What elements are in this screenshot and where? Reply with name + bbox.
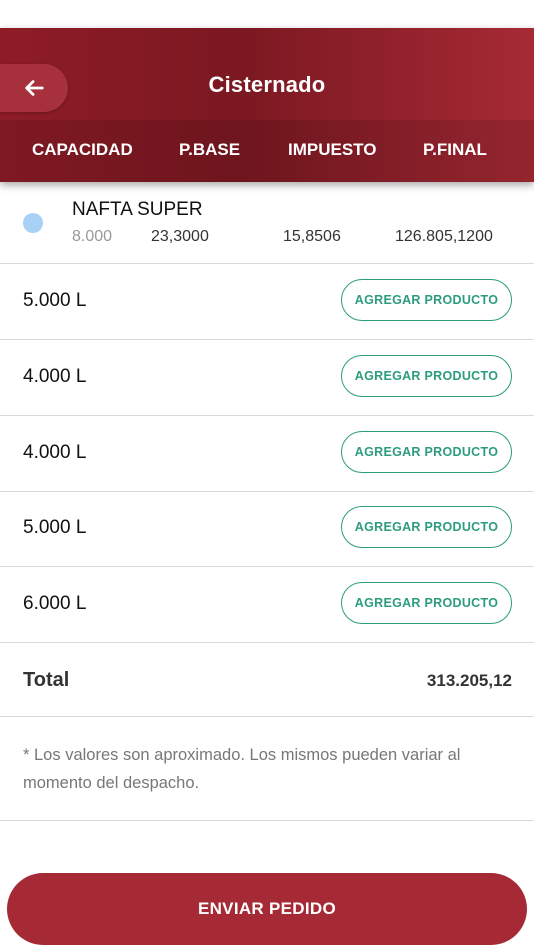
capacity-label: 6.000 L bbox=[23, 593, 87, 614]
add-product-button[interactable]: AGREGAR PRODUCTO bbox=[341, 431, 512, 473]
total-row: Total 313.205,12 bbox=[0, 643, 534, 717]
status-bar bbox=[0, 0, 534, 28]
add-product-button[interactable]: AGREGAR PRODUCTO bbox=[341, 506, 512, 548]
capacity-label: 4.000 L bbox=[23, 442, 87, 463]
total-label: Total bbox=[23, 669, 70, 691]
product-base-price: 23,3000 bbox=[151, 228, 209, 245]
capacity-row: 6.000 L AGREGAR PRODUCTO bbox=[0, 567, 534, 643]
total-value: 313.205,12 bbox=[426, 671, 512, 690]
disclaimer-text: * Los valores son aproximado. Los mismos… bbox=[23, 746, 461, 792]
product-capacity: 8.000 bbox=[72, 228, 113, 245]
product-color-dot bbox=[23, 213, 43, 233]
capacity-row: 4.000 L AGREGAR PRODUCTO bbox=[0, 416, 534, 492]
product-final-price: 126.805,1200 bbox=[395, 228, 493, 245]
disclaimer-section: * Los valores son aproximado. Los mismos… bbox=[0, 717, 534, 821]
add-product-button[interactable]: AGREGAR PRODUCTO bbox=[341, 355, 512, 397]
page-title: Cisternado bbox=[208, 72, 326, 97]
capacity-row: 5.000 L AGREGAR PRODUCTO bbox=[0, 264, 534, 340]
header-top: Cisternado bbox=[0, 28, 534, 120]
add-product-button[interactable]: AGREGAR PRODUCTO bbox=[341, 279, 512, 321]
column-headers: CAPACIDAD P.BASE IMPUESTO P.FINAL bbox=[0, 120, 534, 182]
capacity-label: 5.000 L bbox=[23, 290, 87, 311]
product-tax: 15,8506 bbox=[283, 228, 341, 245]
send-order-button[interactable]: ENVIAR PEDIDO bbox=[7, 873, 527, 945]
capacity-row: 4.000 L AGREGAR PRODUCTO bbox=[0, 340, 534, 416]
column-header-impuesto: IMPUESTO bbox=[288, 140, 377, 159]
capacity-label: 4.000 L bbox=[23, 366, 87, 387]
product-name: NAFTA SUPER bbox=[72, 199, 203, 220]
app-header: Cisternado CAPACIDAD P.BASE IMPUESTO P.F… bbox=[0, 28, 534, 182]
column-header-pbase: P.BASE bbox=[179, 140, 241, 159]
column-header-capacidad: CAPACIDAD bbox=[32, 140, 133, 159]
capacity-row: 5.000 L AGREGAR PRODUCTO bbox=[0, 491, 534, 567]
column-header-pfinal: P.FINAL bbox=[423, 140, 487, 159]
add-product-button[interactable]: AGREGAR PRODUCTO bbox=[341, 582, 512, 624]
capacity-label: 5.000 L bbox=[23, 517, 87, 538]
product-row: NAFTA SUPER 8.000 23,3000 15,8506 126.80… bbox=[0, 182, 534, 264]
